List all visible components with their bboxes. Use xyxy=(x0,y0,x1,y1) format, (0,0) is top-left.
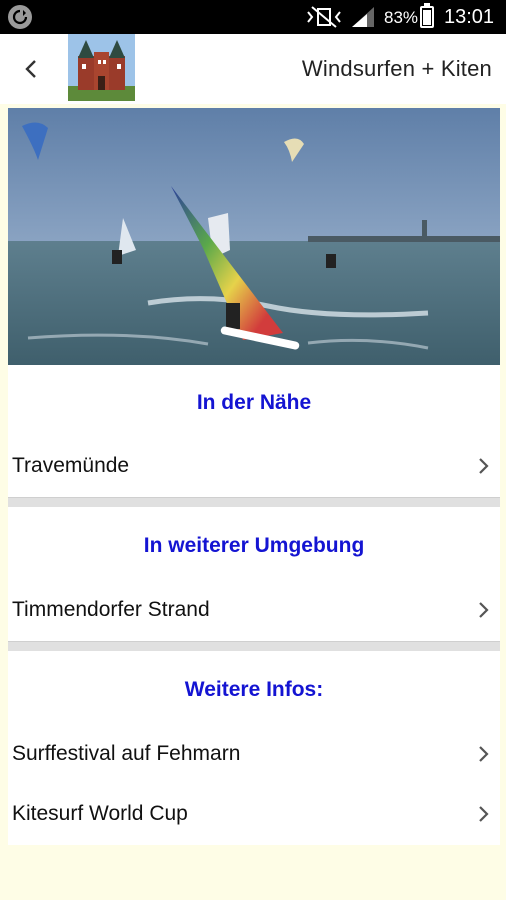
back-button[interactable] xyxy=(18,54,48,84)
status-bar: 83% 13:01 xyxy=(0,0,506,34)
list-item-label: Surffestival auf Fehmarn xyxy=(12,742,241,765)
section-header: In weiterer Umgebung xyxy=(8,507,500,581)
section-header: In der Nähe xyxy=(8,365,500,437)
list-item-travemuende[interactable]: Travemünde xyxy=(8,437,500,497)
chevron-left-icon xyxy=(25,60,36,78)
content-list: In der Nähe Travemünde In weiterer Umgeb… xyxy=(8,365,500,845)
divider xyxy=(8,497,500,507)
list-item-label: Kitesurf World Cup xyxy=(12,802,188,825)
list-item-timmendorfer-strand[interactable]: Timmendorfer Strand xyxy=(8,581,500,641)
chevron-right-icon xyxy=(479,746,489,762)
chevron-right-icon xyxy=(479,806,489,822)
chevron-right-icon xyxy=(479,602,489,618)
clock: 13:01 xyxy=(444,6,495,28)
list-item-label: Travemünde xyxy=(12,454,130,477)
app-bar: Windsurfen + Kiten xyxy=(0,34,506,104)
list-item-label: Timmendorfer Strand xyxy=(12,598,210,621)
hero-image-windsurfing xyxy=(8,108,500,365)
battery-percent: 83% xyxy=(384,8,419,27)
section-header: Weitere Infos: xyxy=(8,651,500,725)
battery-icon xyxy=(420,3,434,28)
chevron-right-icon xyxy=(479,458,489,474)
page-title: Windsurfen + Kiten xyxy=(301,56,492,81)
signal-icon xyxy=(352,7,374,27)
list-item-surffestival[interactable]: Surffestival auf Fehmarn xyxy=(8,725,500,785)
app-logo-holstentor xyxy=(68,34,135,101)
vibrate-mute-icon xyxy=(307,6,341,28)
divider xyxy=(8,641,500,651)
sync-icon xyxy=(8,5,32,29)
list-item-kitesurf-world-cup[interactable]: Kitesurf World Cup xyxy=(8,785,500,845)
